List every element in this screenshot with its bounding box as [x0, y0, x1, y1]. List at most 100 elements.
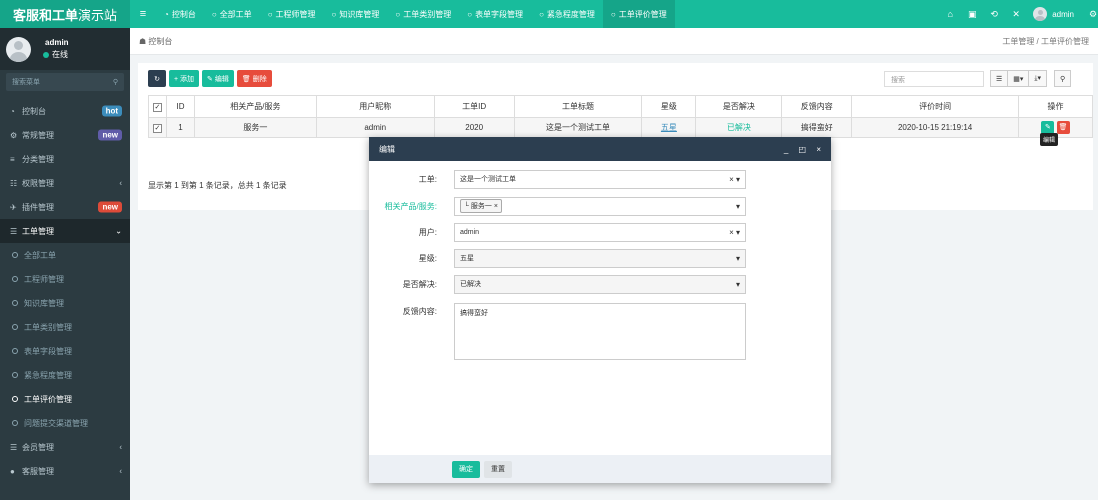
- columns-button[interactable]: ▦▾: [1008, 70, 1030, 87]
- settings-icon[interactable]: ⚙: [1088, 9, 1098, 20]
- sidebar-item[interactable]: ⚙ 常规管理 new: [0, 123, 130, 147]
- user-label: 用户:: [418, 227, 437, 237]
- trash-icon[interactable]: ▣: [961, 9, 983, 20]
- field-ticket: 工单: 这是一个测试工单 × ▾: [369, 169, 831, 189]
- chevron-icon: ‹: [119, 466, 122, 476]
- nav-tab[interactable]: ○ 工单类别管理: [387, 0, 459, 28]
- product-select[interactable]: └ 服务一 × ▾: [454, 196, 746, 216]
- sidebar-item[interactable]: ≡ 分类管理: [0, 147, 130, 171]
- col-id[interactable]: ID: [165, 95, 195, 118]
- select-all-checkbox[interactable]: ✓: [148, 95, 167, 118]
- language-icon[interactable]: ⟲: [983, 9, 1005, 20]
- table-search-input[interactable]: 搜索: [884, 71, 984, 87]
- sidebar-item[interactable]: 问题提交渠道管理: [0, 411, 130, 435]
- menu-item-icon: ☰: [10, 442, 18, 452]
- delete-button[interactable]: 🗑 删除: [236, 70, 272, 87]
- nav-tab-label: 全部工单: [219, 9, 252, 19]
- breadcrumb-home[interactable]: ☗ 控制台: [139, 36, 172, 47]
- sidebar-item-label: 客服管理: [22, 466, 54, 476]
- product-tag[interactable]: └ 服务一 ×: [460, 199, 502, 213]
- row-delete-button[interactable]: 🗑: [1056, 121, 1070, 134]
- refresh-button[interactable]: ↻: [148, 70, 166, 87]
- ok-button[interactable]: 确定: [452, 460, 480, 478]
- chevron-down-icon[interactable]: ▾: [736, 280, 740, 289]
- export-button[interactable]: ⤓▾: [1029, 70, 1048, 87]
- sidebar-item[interactable]: ☰ 工单管理 ⌄: [0, 219, 130, 243]
- topbar-username[interactable]: admin: [1052, 10, 1074, 19]
- data-table: ✓ ID 相关产品/服务 用户昵称 工单ID 工单标题 星级 是否解决 反馈内容…: [148, 95, 1093, 138]
- sidebar-search-input[interactable]: 搜索菜单 ⚲: [6, 73, 124, 91]
- sidebar-item[interactable]: 工程师管理: [0, 267, 130, 291]
- nav-tab[interactable]: ○ 知识库管理: [324, 0, 388, 28]
- menu-item-icon: ●: [10, 466, 15, 476]
- sidebar-item[interactable]: ◔ 控制台 hot: [0, 99, 130, 123]
- user-select[interactable]: admin × ▾: [454, 222, 746, 242]
- sidebar-item-label: 工单管理: [22, 226, 54, 236]
- sidebar-item[interactable]: 工单类别管理: [0, 315, 130, 339]
- nav-tab[interactable]: ○ 工单评价管理: [602, 0, 675, 28]
- sidebar-item[interactable]: 表单字段管理: [0, 339, 130, 363]
- col-resolved[interactable]: 是否解决: [695, 95, 783, 118]
- nav-tab[interactable]: ○ 全部工单: [204, 0, 260, 28]
- sidebar-item-label: 工程师管理: [24, 274, 64, 284]
- col-feedback[interactable]: 反馈内容: [781, 95, 853, 118]
- advanced-search-button[interactable]: ⚲: [1054, 70, 1072, 87]
- menu-toggle-icon[interactable]: ≡: [130, 0, 156, 28]
- circle-icon: ○: [610, 9, 616, 19]
- circle-icon: [12, 420, 18, 426]
- sidebar-item[interactable]: ● 客服管理 ‹: [0, 459, 130, 483]
- ticket-select[interactable]: 这是一个测试工单 × ▾: [454, 169, 746, 189]
- col-user[interactable]: 用户昵称: [315, 95, 435, 118]
- cell-star[interactable]: 五星: [641, 117, 697, 138]
- row-checkbox[interactable]: ✓: [148, 117, 167, 138]
- sidebar-item[interactable]: 工单评价管理: [0, 387, 130, 411]
- star-link[interactable]: 五星: [661, 123, 677, 132]
- columns-icon: ▦▾: [1013, 75, 1024, 83]
- fullscreen-icon[interactable]: ✕: [1005, 9, 1027, 20]
- home-icon[interactable]: ⌂: [939, 9, 961, 19]
- reset-button[interactable]: 重置: [484, 460, 512, 478]
- circle-icon: ○: [539, 9, 544, 19]
- sidebar-item-label: 表单字段管理: [24, 346, 72, 356]
- delete-button-label: 删除: [252, 75, 267, 83]
- sidebar-item[interactable]: 知识库管理: [0, 291, 130, 315]
- resolved-select[interactable]: 已解决 ▾: [454, 274, 746, 294]
- sidebar-item[interactable]: ✈ 插件管理 new: [0, 195, 130, 219]
- chevron-down-icon[interactable]: ▾: [736, 202, 740, 211]
- circle-icon: [12, 348, 18, 354]
- search-icon[interactable]: ⚲: [113, 78, 118, 86]
- clear-dropdown-icon[interactable]: × ▾: [729, 175, 740, 184]
- circle-icon: ○: [267, 9, 273, 19]
- pencil-icon: ✎: [1044, 124, 1051, 131]
- chevron-down-icon[interactable]: ▾: [736, 254, 740, 263]
- col-product[interactable]: 相关产品/服务: [193, 95, 317, 118]
- feedback-textarea[interactable]: 搞得蛮好: [454, 303, 746, 360]
- user-avatar-icon[interactable]: [1033, 7, 1048, 21]
- sidebar-item[interactable]: ☷ 权限管理 ‹: [0, 171, 130, 195]
- app-logo[interactable]: 客服和工单 演示站: [0, 0, 130, 28]
- nav-tab[interactable]: ○ 表单字段管理: [459, 0, 531, 28]
- col-star[interactable]: 星级: [641, 95, 697, 118]
- clear-dropdown-icon[interactable]: × ▾: [729, 228, 740, 237]
- star-select[interactable]: 五星 ▾: [454, 248, 746, 268]
- sidebar-item[interactable]: 紧急程度管理: [0, 363, 130, 387]
- online-status: 在线: [43, 49, 69, 60]
- nav-tab[interactable]: ◔ 控制台: [156, 0, 204, 28]
- edit-button[interactable]: ✎ 编辑: [202, 70, 234, 87]
- nav-tab[interactable]: ○ 紧急程度管理: [531, 0, 603, 28]
- sidebar-item[interactable]: ☰ 会员管理 ‹: [0, 435, 130, 459]
- maximize-icon[interactable]: ◰: [799, 145, 807, 154]
- table-row[interactable]: ✓ 1 服务一 admin 2020 这是一个测试工单 五星 已解决 搞得蛮好 …: [148, 117, 1093, 138]
- cell-id: 1: [165, 117, 195, 138]
- minimize-icon[interactable]: _: [784, 145, 788, 154]
- close-icon[interactable]: ×: [816, 145, 821, 154]
- brand-bold-text: 客服和工单: [12, 7, 78, 23]
- add-button[interactable]: + 添加: [169, 70, 200, 87]
- sidebar-item[interactable]: 全部工单: [0, 243, 130, 267]
- sidebar-item-label: 常规管理: [22, 130, 54, 140]
- nav-tab[interactable]: ○ 工程师管理: [260, 0, 324, 28]
- col-title[interactable]: 工单标题: [513, 95, 643, 118]
- col-ticket-id[interactable]: 工单ID: [433, 95, 515, 118]
- col-time[interactable]: 评价时间: [851, 95, 1020, 118]
- toggle-view-button[interactable]: ☰: [990, 70, 1009, 87]
